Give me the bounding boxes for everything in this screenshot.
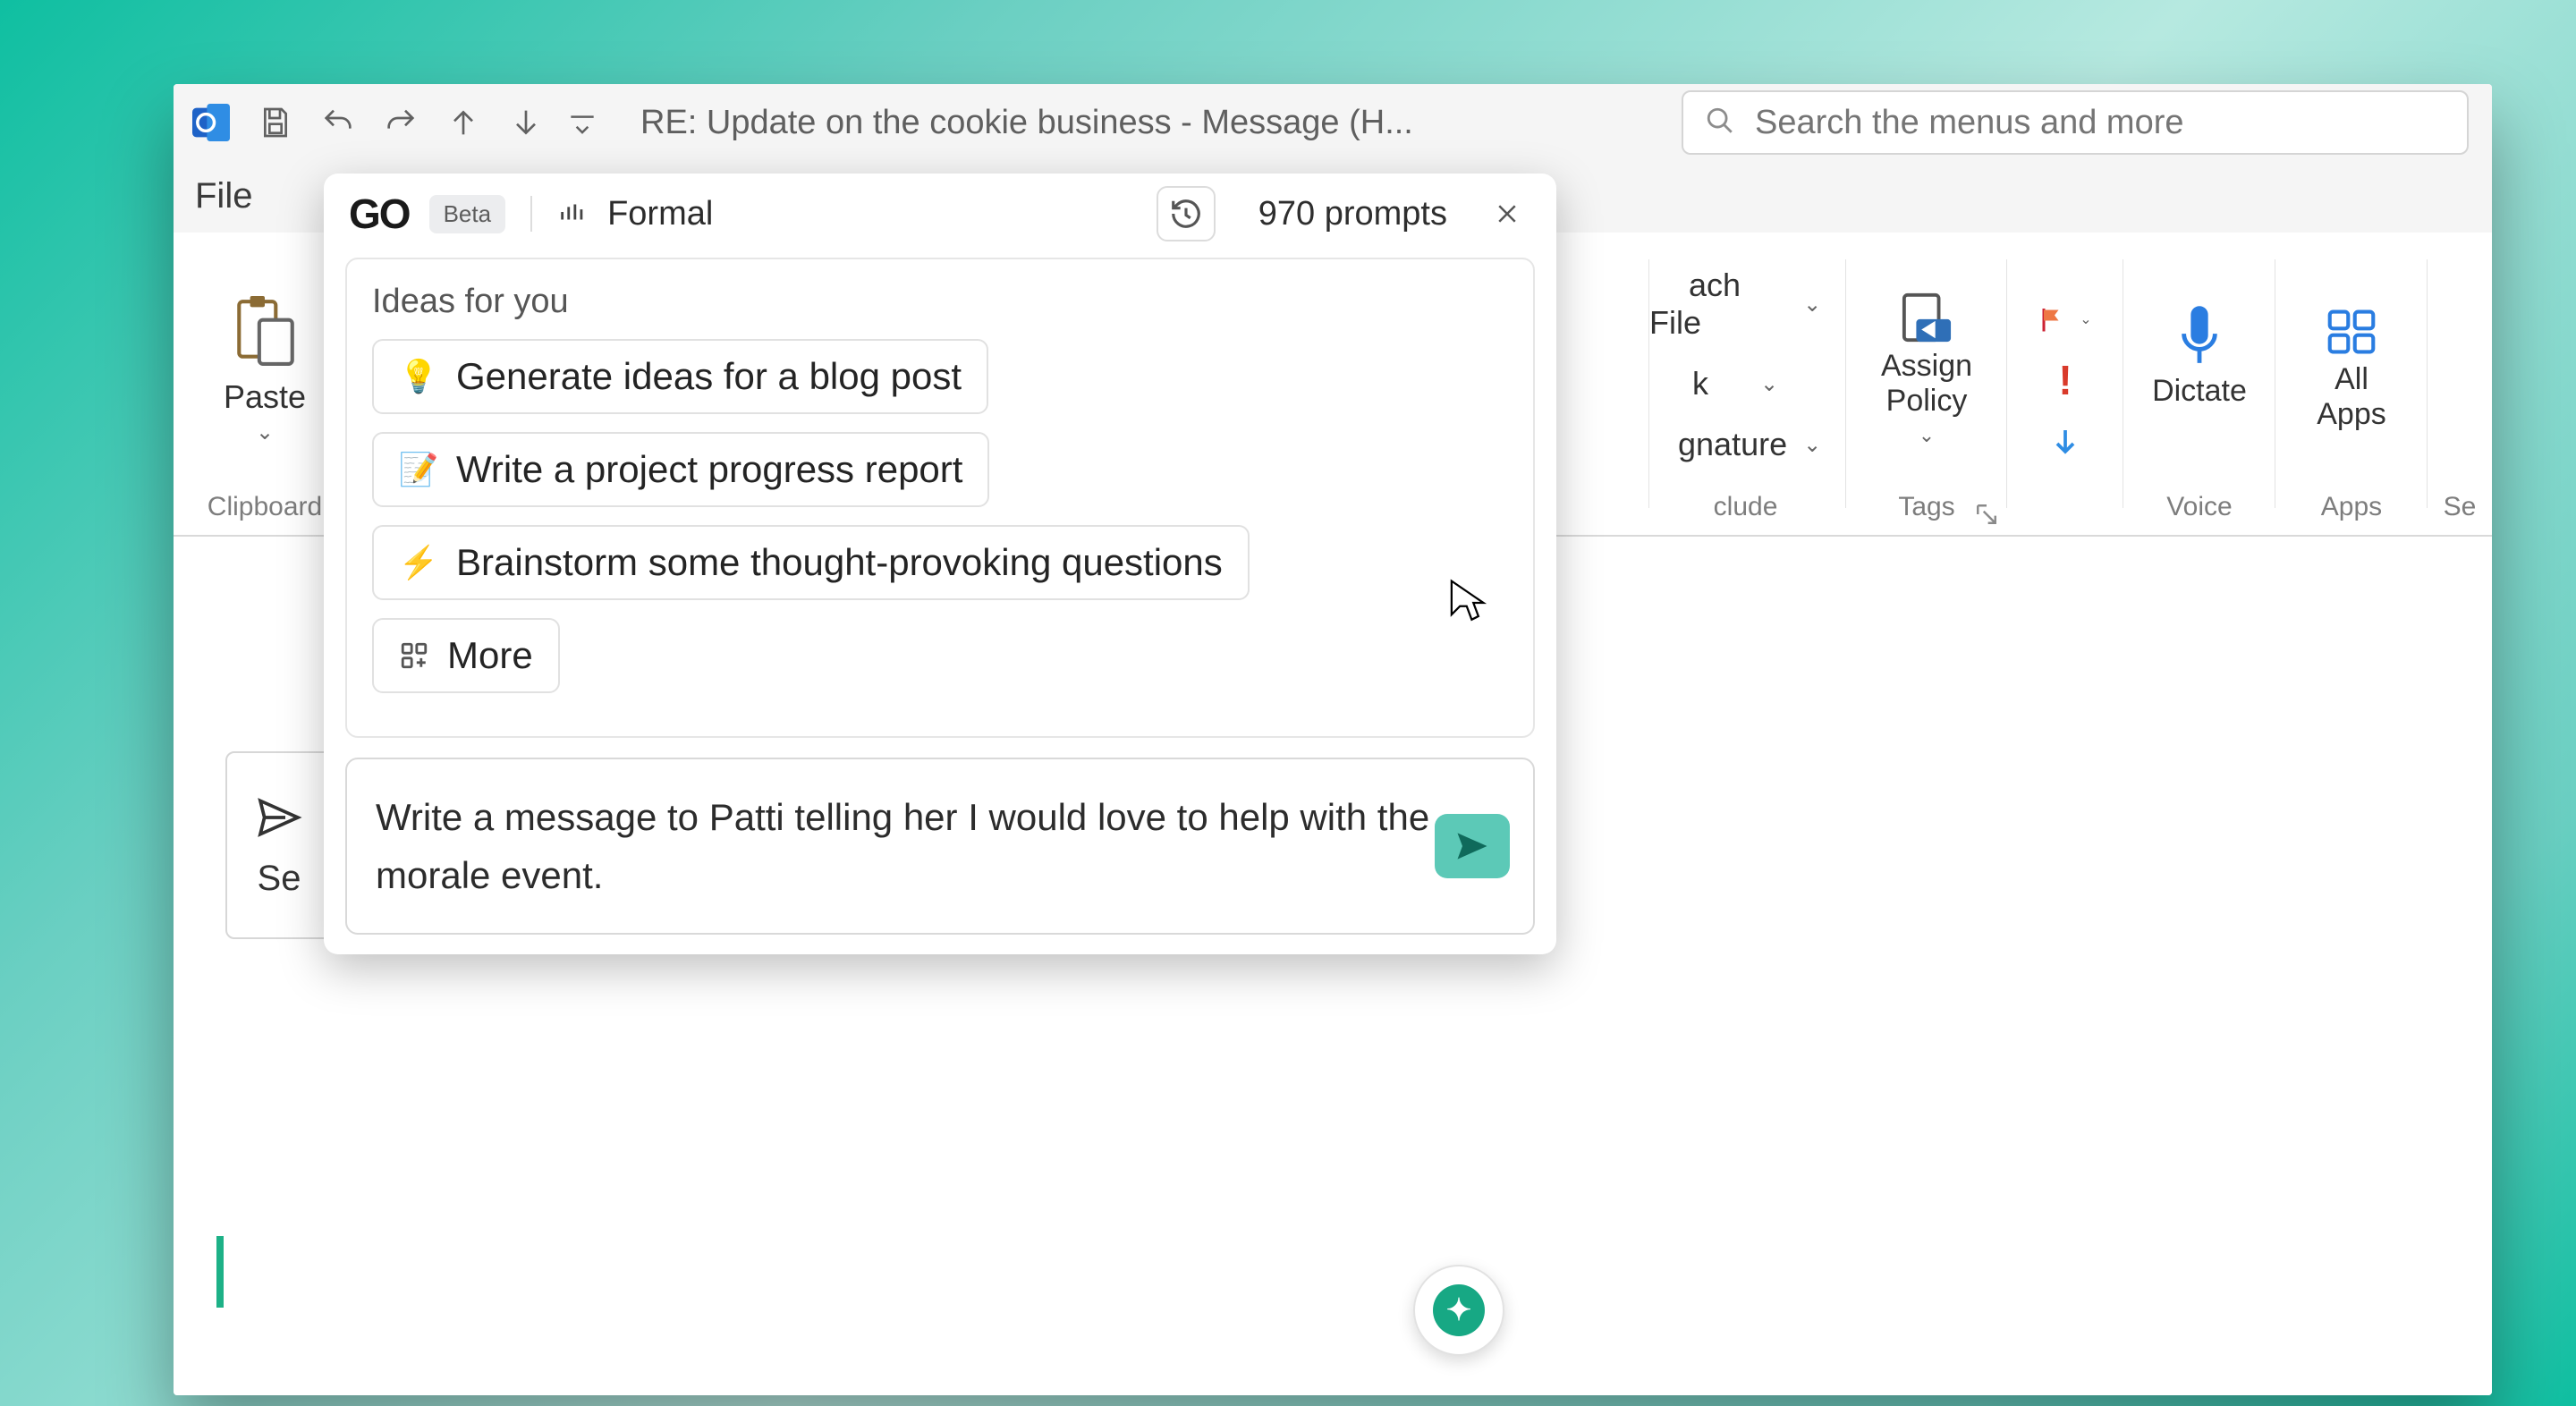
group-label: Include bbox=[1691, 492, 1778, 522]
save-button[interactable] bbox=[252, 96, 299, 149]
ribbon-group-sensitivity: Se bbox=[2428, 233, 2492, 535]
go-header: GO Beta Formal 970 prompts bbox=[324, 174, 1556, 254]
ribbon-group-include: Attach File ⌄ Link ⌄ Signature ⌄ Include bbox=[1649, 233, 1846, 535]
signature-button[interactable]: Signature ⌄ bbox=[1649, 426, 1821, 463]
next-item-button[interactable] bbox=[503, 96, 549, 149]
more-label: More bbox=[447, 634, 533, 677]
go-launcher-bubble[interactable]: ✦ bbox=[1413, 1265, 1504, 1356]
history-button[interactable] bbox=[1157, 186, 1216, 241]
chevron-down-icon: ⌄ bbox=[1760, 371, 1778, 397]
attach-file-label: Attach File bbox=[1649, 267, 1787, 342]
previous-item-button[interactable] bbox=[440, 96, 487, 149]
low-importance-button[interactable] bbox=[2052, 428, 2079, 464]
idea-chip-report[interactable]: 📝 Write a project progress report bbox=[372, 432, 989, 507]
dialog-launcher-icon[interactable] bbox=[1975, 503, 1998, 526]
tell-me-search[interactable] bbox=[1682, 90, 2469, 155]
submit-prompt-button[interactable] bbox=[1435, 814, 1510, 878]
qat-customize-button[interactable] bbox=[565, 96, 599, 149]
group-label: Tags bbox=[1898, 492, 1954, 522]
attach-file-button[interactable]: Attach File ⌄ bbox=[1649, 267, 1821, 342]
ribbon-group-assign-policy: Assign Policy ⌄ Tags bbox=[1846, 233, 2007, 535]
idea-chip-blog[interactable]: 💡 Generate ideas for a blog post bbox=[372, 339, 988, 414]
group-label: Apps bbox=[2321, 492, 2382, 522]
text-cursor bbox=[216, 1236, 224, 1308]
dictate-button[interactable]: Dictate bbox=[2152, 302, 2247, 437]
mouse-pointer-icon bbox=[1436, 576, 1490, 630]
tone-selector[interactable]: Formal bbox=[607, 195, 713, 233]
ribbon-group-apps: All Apps Apps bbox=[2275, 233, 2428, 535]
go-assistant-panel: GO Beta Formal 970 prompts Ideas for you… bbox=[324, 174, 1556, 954]
search-input[interactable] bbox=[1755, 104, 2445, 142]
chevron-down-icon: ⌄ bbox=[2080, 310, 2091, 328]
sparkle-icon: ✦ bbox=[1433, 1284, 1485, 1336]
close-button[interactable] bbox=[1483, 190, 1531, 238]
assign-policy-label: Assign Policy bbox=[1881, 349, 1972, 419]
more-ideas-button[interactable]: More bbox=[372, 618, 560, 693]
search-icon bbox=[1705, 106, 1735, 140]
beta-badge: Beta bbox=[429, 195, 506, 233]
dictate-label: Dictate bbox=[2152, 374, 2247, 409]
high-importance-button[interactable]: ! bbox=[2058, 356, 2072, 404]
send-label: Se bbox=[258, 859, 301, 899]
prompt-text: Write a message to Patti telling her I w… bbox=[376, 788, 1435, 904]
undo-button[interactable] bbox=[315, 96, 361, 149]
redo-button[interactable] bbox=[377, 96, 424, 149]
chevron-down-icon: ⌄ bbox=[1803, 432, 1821, 458]
ideas-title: Ideas for you bbox=[372, 283, 1508, 321]
chevron-down-icon: ⌄ bbox=[1803, 292, 1821, 318]
window-title: RE: Update on the cookie business - Mess… bbox=[640, 104, 1413, 142]
divider bbox=[530, 196, 532, 232]
ideas-box: Ideas for you 💡 Generate ideas for a blo… bbox=[345, 258, 1535, 738]
all-apps-button[interactable]: All Apps bbox=[2317, 307, 2386, 432]
chevron-down-icon: ⌄ bbox=[256, 419, 274, 445]
link-label: Link bbox=[1649, 365, 1708, 402]
idea-label: Write a project progress report bbox=[456, 448, 962, 491]
idea-label: Brainstorm some thought-provoking questi… bbox=[456, 541, 1223, 584]
tone-icon[interactable] bbox=[557, 197, 588, 232]
link-button[interactable]: Link ⌄ bbox=[1649, 365, 1778, 402]
group-label: Clipboard bbox=[208, 492, 322, 522]
bolt-icon: ⚡ bbox=[399, 543, 438, 582]
group-label: Se bbox=[2444, 492, 2477, 522]
send-button[interactable]: Se bbox=[225, 751, 333, 939]
all-apps-label: All Apps bbox=[2317, 362, 2386, 432]
lightbulb-icon: 💡 bbox=[399, 357, 438, 396]
follow-up-flag-button[interactable]: ⌄ bbox=[2038, 306, 2091, 333]
chevron-down-icon: ⌄ bbox=[1919, 424, 1935, 447]
tab-file[interactable]: File bbox=[190, 176, 277, 233]
paste-button[interactable]: Paste ⌄ bbox=[224, 294, 306, 445]
paste-label: Paste bbox=[224, 378, 306, 416]
outlook-icon bbox=[186, 97, 236, 148]
group-label: Voice bbox=[2166, 492, 2232, 522]
idea-chip-brainstorm[interactable]: ⚡ Brainstorm some thought-provoking ques… bbox=[372, 525, 1250, 600]
ribbon-group-tags-flags: ⌄ ! bbox=[2007, 233, 2123, 535]
assign-policy-button[interactable]: Assign Policy ⌄ bbox=[1881, 292, 1972, 447]
idea-label: Generate ideas for a blog post bbox=[456, 355, 962, 398]
prompt-count: 970 prompts bbox=[1258, 195, 1447, 233]
titlebar: RE: Update on the cookie business - Mess… bbox=[174, 84, 2492, 161]
ribbon-group-voice: Dictate Voice bbox=[2123, 233, 2275, 535]
ribbon-group-clipboard: Paste ⌄ Clipboard bbox=[190, 233, 340, 535]
signature-label: Signature bbox=[1649, 426, 1787, 463]
go-logo: GO bbox=[349, 190, 410, 238]
pencil-icon: 📝 bbox=[399, 450, 438, 489]
prompt-input-box[interactable]: Write a message to Patti telling her I w… bbox=[345, 758, 1535, 935]
